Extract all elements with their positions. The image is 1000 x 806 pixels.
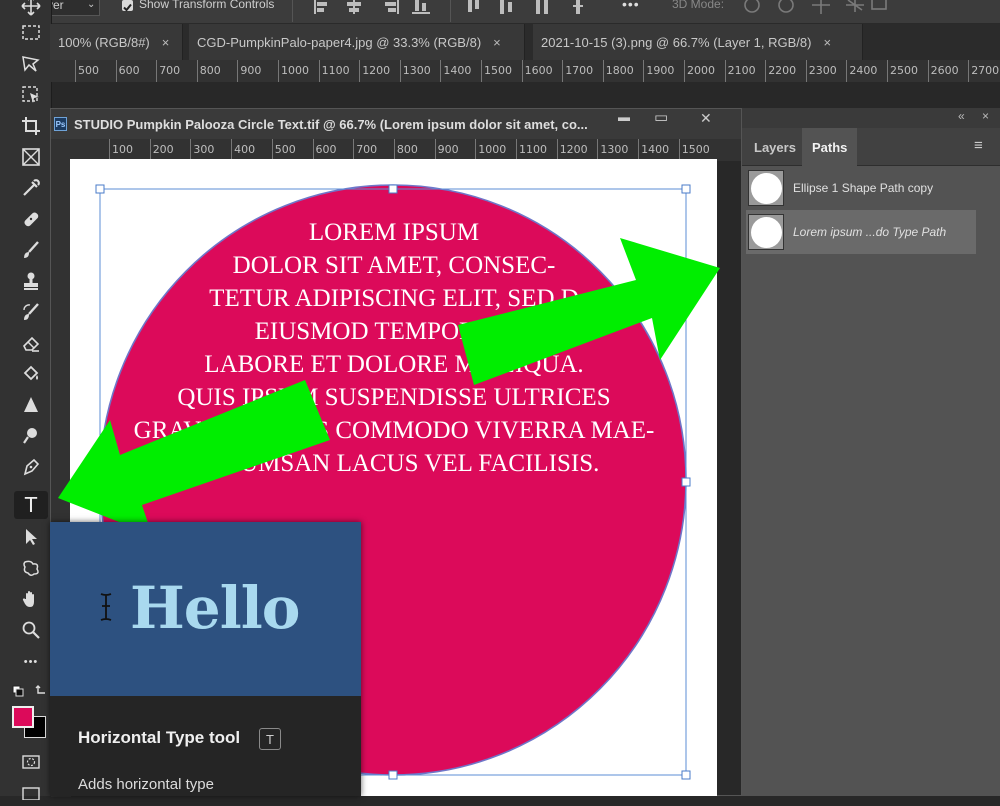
tooltip-preview-text: Hello bbox=[130, 574, 300, 642]
paths-panel: « × Layers Paths ≡ Ellipse 1 Shape Path … bbox=[742, 108, 1000, 796]
path-label: Ellipse 1 Shape Path copy bbox=[793, 181, 934, 195]
text-line: TETUR ADIPISCING ELIT, SED D bbox=[209, 285, 579, 312]
transform-handle bbox=[681, 184, 691, 194]
transform-handle bbox=[388, 770, 398, 780]
text-line: EIUSMOD TEMPOR INCI bbox=[254, 318, 534, 345]
transform-handle bbox=[95, 184, 105, 194]
text-line: QUIS IPSUM SUSPENDISSE ULTRICES bbox=[177, 384, 611, 411]
panel-menu-icon[interactable]: ≡ bbox=[974, 137, 983, 154]
text-line: LABORE ET DOLORE MA LIQUA. bbox=[204, 351, 584, 378]
path-item-type-path[interactable]: Lorem ipsum ...do Type Path bbox=[746, 210, 976, 254]
tooltip-description: Adds horizontal type bbox=[78, 776, 214, 793]
path-label: Lorem ipsum ...do Type Path bbox=[793, 225, 947, 239]
text-line: DOLOR SIT AMET, CONSEC- bbox=[232, 252, 556, 279]
tab-paths[interactable]: Paths bbox=[802, 128, 858, 166]
path-thumbnail bbox=[748, 170, 784, 206]
tab-layers[interactable]: Layers bbox=[744, 128, 806, 166]
tool-tooltip: Hello Horizontal Type tool T Adds horizo… bbox=[50, 522, 361, 796]
text-line: ACCUMSAN LACUS VEL FACILISIS. bbox=[188, 450, 600, 477]
tooltip-preview: Hello bbox=[50, 522, 361, 696]
text-cursor-icon bbox=[100, 593, 112, 621]
panel-header: « × bbox=[742, 108, 1000, 128]
collapse-panel-icon[interactable]: « bbox=[958, 109, 965, 123]
transform-handle bbox=[681, 770, 691, 780]
text-line: GRAVIDA. RISUS COMMODO VIVERRA MAE- bbox=[133, 417, 655, 444]
path-thumbnail bbox=[748, 214, 784, 250]
panel-tab-strip: Layers Paths ≡ bbox=[742, 128, 1000, 166]
tooltip-shortcut-key: T bbox=[259, 728, 281, 750]
close-panel-icon[interactable]: × bbox=[982, 109, 989, 123]
circle-type-text[interactable]: LOREM IPSUM DOLOR SIT AMET, CONSEC- TETU… bbox=[100, 216, 688, 480]
text-line: LOREM IPSUM bbox=[308, 219, 480, 246]
tooltip-title: Horizontal Type tool bbox=[78, 728, 241, 747]
transform-handle bbox=[388, 184, 398, 194]
path-item-ellipse[interactable]: Ellipse 1 Shape Path copy bbox=[746, 166, 976, 210]
